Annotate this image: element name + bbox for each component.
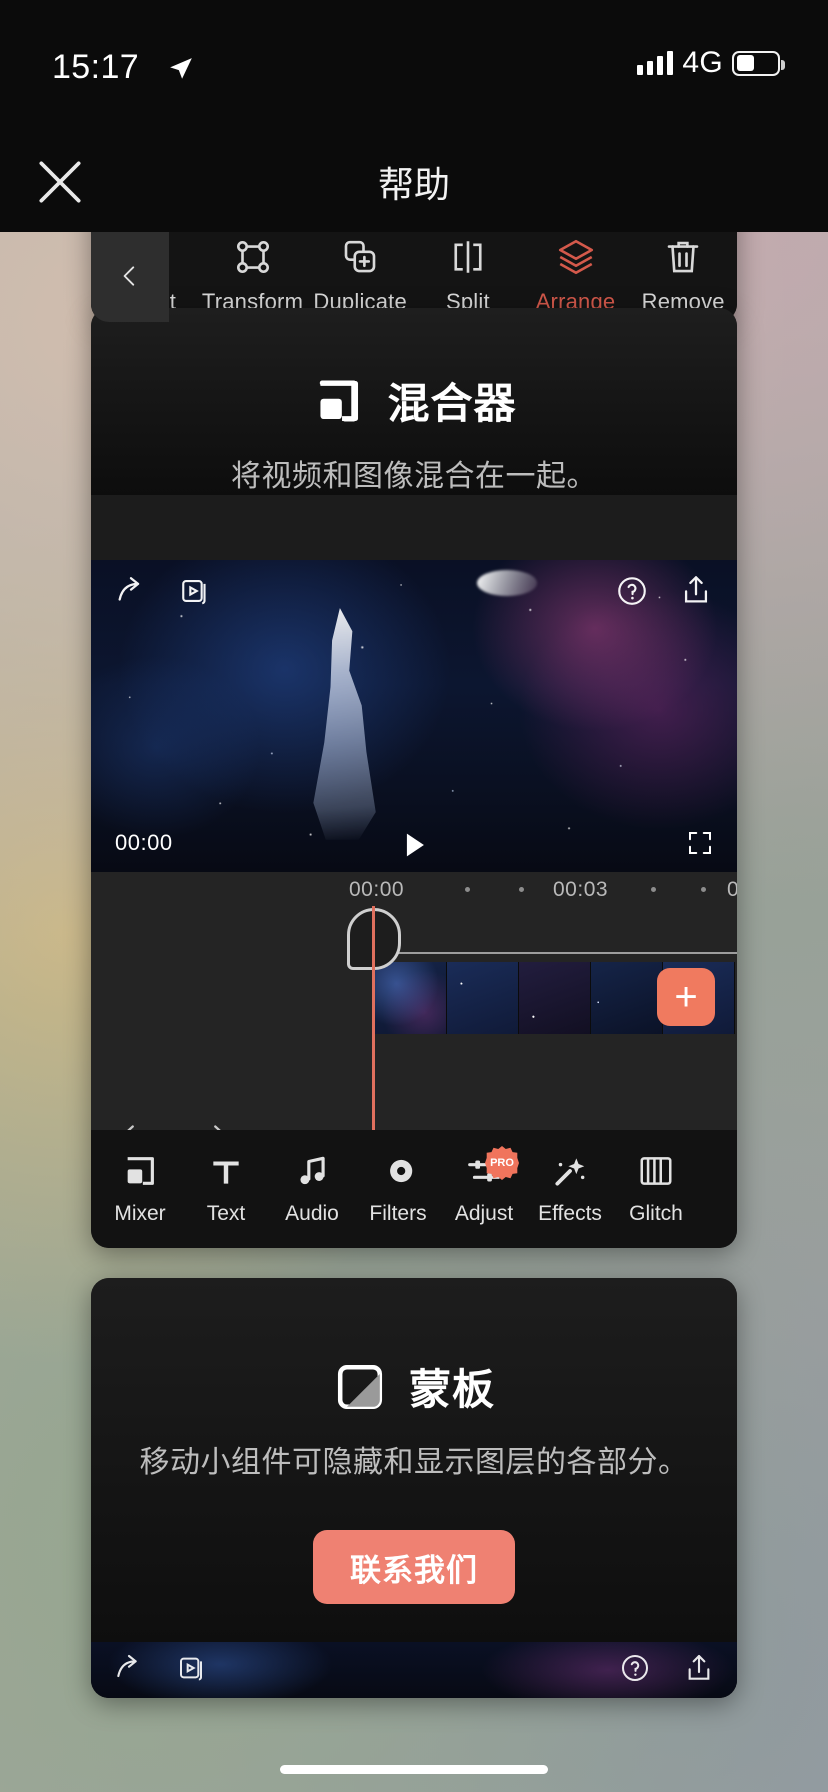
- question-circle-icon[interactable]: [615, 574, 649, 608]
- glitch-film-icon: [640, 1157, 672, 1185]
- mask-subtitle: 移动小组件可隐藏和显示图层的各部分。: [139, 1446, 689, 1479]
- timeline-tick: [519, 887, 524, 892]
- bottom-tool-effects[interactable]: Effects: [527, 1152, 613, 1226]
- help-scroll-content[interactable]: Adjust Transform: [0, 167, 828, 1792]
- page-title: 帮助: [377, 164, 450, 205]
- transform-nodes-icon: [236, 240, 269, 274]
- share-arrow-icon[interactable]: [113, 574, 149, 608]
- tool-duplicate[interactable]: Duplicate: [306, 236, 414, 315]
- location-arrow-icon: [170, 58, 192, 79]
- video-layers-icon[interactable]: [177, 1652, 209, 1684]
- mixer-title-row: 混合器: [311, 370, 516, 431]
- mixer-title: 混合器: [387, 380, 517, 427]
- mixer-shape-icon: [320, 380, 359, 421]
- bottom-tool-text[interactable]: Text: [183, 1152, 269, 1226]
- signal-bars-icon: [637, 51, 674, 75]
- timeline-mark: 00:03: [553, 878, 609, 901]
- layers-icon: [558, 239, 593, 275]
- network-type-label: 4G: [682, 46, 723, 79]
- timeline-mark: 00:00: [349, 878, 405, 901]
- status-time: 15:17: [52, 48, 140, 86]
- mask-card-header: 蒙板 移动小组件可隐藏和显示图层的各部分。: [91, 1278, 737, 1698]
- tool-split[interactable]: Split: [414, 236, 522, 315]
- bottom-tool-mixer[interactable]: Mixer: [97, 1152, 183, 1226]
- split-icon: [454, 241, 482, 273]
- status-bar: 15:17 4G: [0, 0, 828, 132]
- trash-icon: [667, 241, 699, 273]
- tool-transform[interactable]: Transform: [199, 236, 307, 315]
- text-t-icon: [213, 1161, 239, 1184]
- fullscreen-icon[interactable]: [685, 828, 715, 858]
- bottom-tool-label: Text: [206, 1202, 246, 1225]
- mask-square-icon: [337, 1364, 383, 1409]
- contact-us-button[interactable]: 联系我们: [313, 1530, 515, 1604]
- timeline-ruler: 00:00 00:03 00:06: [91, 872, 737, 906]
- editor-bottom-toolbar: Mixer Text Audio Filters PRO Adjust Effe…: [91, 1130, 737, 1248]
- timeline-track-line: [373, 952, 737, 954]
- card-mixer: 混合器 将视频和图像混合在一起。 00:00 00:00 00:03 0 + M…: [91, 308, 737, 1248]
- bottom-tool-filters[interactable]: Filters: [355, 1152, 441, 1226]
- preview-current-time: 00:00: [115, 830, 173, 855]
- share-arrow-icon[interactable]: [113, 1652, 145, 1684]
- duplicate-plus-icon: [344, 240, 376, 273]
- bottom-tool-label: Effects: [538, 1202, 602, 1225]
- filters-lens-icon: [379, 1158, 413, 1184]
- card-mask: 蒙板 移动小组件可隐藏和显示图层的各部分。 联系我们: [91, 1278, 737, 1698]
- export-up-icon[interactable]: [683, 1652, 715, 1684]
- editor-timeline[interactable]: 00:00 00:03 00:06 +: [91, 872, 737, 1166]
- tool-remove[interactable]: Remove: [629, 236, 737, 315]
- toolstrip-back-button[interactable]: [91, 229, 169, 322]
- bottom-tool-adjust[interactable]: PRO Adjust: [441, 1146, 527, 1226]
- playhead-line: [372, 906, 375, 1166]
- bottom-tool-label: Mixer: [114, 1202, 166, 1225]
- question-circle-icon[interactable]: [619, 1652, 651, 1684]
- export-up-icon[interactable]: [679, 572, 713, 608]
- play-triangle-icon[interactable]: [395, 828, 433, 862]
- comet-decoration: [477, 570, 537, 596]
- timeline-tick: [651, 887, 656, 892]
- magic-wand-icon: [555, 1158, 585, 1186]
- mixer-shape-icon: [127, 1157, 154, 1185]
- bottom-tool-audio[interactable]: Audio: [269, 1152, 355, 1226]
- video-layers-icon[interactable]: [179, 574, 213, 608]
- chevron-left-icon: [123, 265, 135, 286]
- mixer-subtitle: 将视频和图像混合在一起。: [231, 460, 597, 493]
- music-note-icon: [300, 1156, 325, 1185]
- timeline-tick: [465, 887, 470, 892]
- bottom-tool-glitch[interactable]: Glitch: [613, 1152, 699, 1226]
- home-indicator: [280, 1765, 548, 1774]
- battery-icon: [732, 50, 785, 76]
- bottom-tool-label: Filters: [369, 1202, 427, 1225]
- nav-bar: 帮助: [0, 132, 828, 232]
- tool-arrange[interactable]: Arrange: [522, 236, 630, 315]
- phone-screen: 15:17 4G 帮助 Transform Duplicate Split Ar…: [0, 0, 828, 1792]
- video-preview[interactable]: 00:00: [91, 560, 737, 872]
- bottom-tool-label: Glitch: [629, 1202, 683, 1225]
- timeline-mark: 00:06: [727, 878, 737, 901]
- bottom-tool-label: Audio: [285, 1202, 339, 1225]
- mask-title: 蒙板: [408, 1366, 495, 1413]
- mask-preview-strip: [91, 1642, 737, 1698]
- bottom-tool-label: Adjust: [454, 1202, 514, 1225]
- mask-title-row: 蒙板: [333, 1356, 495, 1417]
- status-right-cluster: 4G: [637, 46, 785, 80]
- timeline-tick: [701, 887, 706, 892]
- add-clip-button[interactable]: +: [657, 968, 715, 1026]
- mixer-card-header: 混合器 将视频和图像混合在一起。: [91, 308, 737, 495]
